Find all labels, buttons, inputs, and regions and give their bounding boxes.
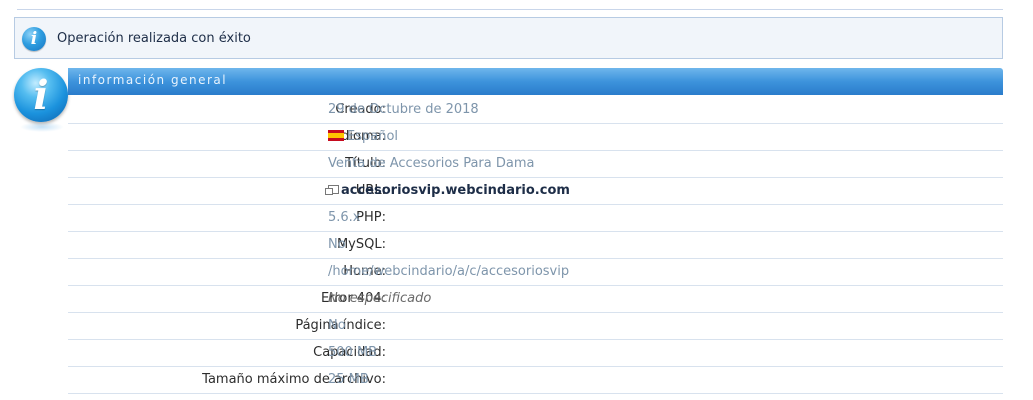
info-table: Creado: 29 de Octubre de 2018 Idioma: Es… (68, 97, 1003, 394)
value-url[interactable]: accesoriosvip.webcindario.com (341, 183, 570, 198)
top-divider (17, 9, 1003, 10)
row-mysql: MySQL: No (68, 232, 1003, 259)
value-max-file-size: 25 MB (328, 372, 369, 387)
info-icon: i (22, 27, 46, 51)
panel-header: información general (68, 68, 1003, 95)
row-title: Título: Venta de Accesorios Para Dama (68, 151, 1003, 178)
row-index-page: Página índice: No (68, 313, 1003, 340)
row-max-file-size: Tamaño máximo de archivo: 25 MB (68, 367, 1003, 394)
row-home: Home: /home/webcindario/a/c/accesoriosvi… (68, 259, 1003, 286)
row-php: PHP: 5.6.x (68, 205, 1003, 232)
value-created: 29 de Octubre de 2018 (328, 102, 479, 117)
success-notice: i Operación realizada con éxito (14, 17, 1003, 59)
row-url: URL: accesoriosvip.webcindario.com (68, 178, 1003, 205)
row-error404: Error 404: No especificado (68, 286, 1003, 313)
panel-title: información general (78, 73, 228, 87)
value-language-wrap: Español (328, 129, 398, 144)
value-mysql: No (328, 237, 346, 252)
row-language: Idioma: Español (68, 124, 1003, 151)
row-created: Creado: 29 de Octubre de 2018 (68, 97, 1003, 124)
value-capacity: 500 MB (328, 345, 378, 360)
value-php: 5.6.x (328, 210, 361, 225)
value-index-page: No (328, 318, 346, 333)
row-capacity: Capacidad: 500 MB (68, 340, 1003, 367)
value-home: /home/webcindario/a/c/accesoriosvip (328, 264, 570, 279)
icon-reflection (20, 122, 64, 132)
spain-flag-icon (328, 130, 344, 141)
value-language: Español (347, 129, 399, 144)
large-info-icon: i (14, 68, 68, 122)
value-error404: No especificado (328, 291, 432, 306)
value-title: Venta de Accesorios Para Dama (328, 156, 535, 171)
url-link[interactable]: accesoriosvip.webcindario.com (325, 183, 570, 198)
external-link-icon (325, 185, 339, 195)
notice-text: Operación realizada con éxito (57, 31, 251, 46)
